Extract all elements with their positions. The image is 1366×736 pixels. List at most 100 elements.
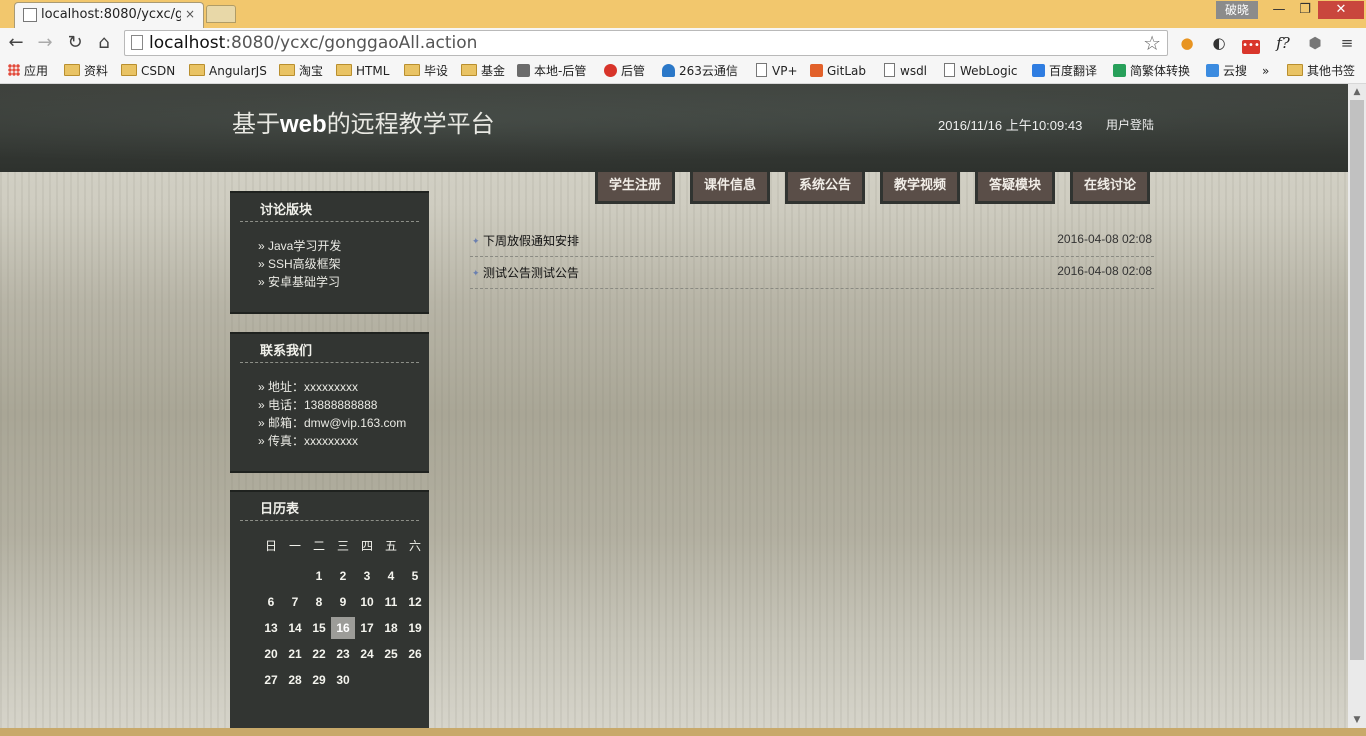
- menu-announcements[interactable]: 系统公告: [785, 172, 865, 204]
- scroll-thumb[interactable]: [1350, 100, 1364, 660]
- menu-videos[interactable]: 教学视频: [880, 172, 960, 204]
- bookmark-link[interactable]: 后管: [604, 62, 645, 80]
- forward-arrow-icon[interactable]: →: [34, 32, 56, 54]
- apps-grid-icon: [8, 64, 20, 76]
- bookmark-folder[interactable]: HTML: [336, 62, 389, 80]
- calendar-day[interactable]: 29: [307, 669, 331, 691]
- bookmark-folder[interactable]: CSDN: [121, 62, 175, 80]
- bookmark-folder[interactable]: AngularJS: [189, 62, 267, 80]
- calendar-day[interactable]: 30: [331, 669, 355, 691]
- calendar-day[interactable]: 3: [355, 565, 379, 587]
- page-favicon-icon: [23, 8, 37, 22]
- calendar-day[interactable]: 27: [259, 669, 283, 691]
- user-login-link[interactable]: 用户登陆: [1106, 116, 1154, 133]
- calendar-day[interactable]: 12: [403, 591, 427, 613]
- bookmark-link[interactable]: 百度翻译: [1032, 62, 1097, 80]
- calendar-day[interactable]: 14: [283, 617, 307, 639]
- browser-toolbar: ← → ↻ ⌂ localhost:8080/ycxc/gonggaoAll.a…: [0, 28, 1366, 58]
- calendar-day[interactable]: 26: [403, 643, 427, 665]
- menu-discussion[interactable]: 在线讨论: [1070, 172, 1150, 204]
- document-icon: [944, 63, 955, 77]
- bookmark-link[interactable]: 263云通信: [662, 62, 738, 80]
- calendar-day[interactable]: 20: [259, 643, 283, 665]
- browser-tab-active[interactable]: localhost:8080/ycxc/gonggaoAll.action ×: [14, 2, 204, 28]
- forum-link[interactable]: » Java学习开发: [258, 237, 341, 255]
- bullet-icon: ✦: [472, 269, 480, 279]
- bookmark-link[interactable]: wsdl: [884, 62, 927, 80]
- calendar-day[interactable]: 10: [355, 591, 379, 613]
- menu-student-register[interactable]: 学生注册: [595, 172, 675, 204]
- home-icon[interactable]: ⌂: [93, 32, 115, 54]
- bookmark-folder-other[interactable]: 其他书签: [1287, 62, 1355, 80]
- window-minimize-icon[interactable]: —: [1266, 1, 1292, 19]
- extension-dots-icon[interactable]: •••: [1242, 40, 1260, 54]
- scroll-down-icon[interactable]: ▼: [1348, 712, 1366, 728]
- extension-swirl-icon[interactable]: ◐: [1208, 32, 1230, 54]
- calendar-day[interactable]: 17: [355, 617, 379, 639]
- bookmark-link[interactable]: WebLogic: [944, 62, 1018, 80]
- scroll-up-icon[interactable]: ▲: [1348, 84, 1366, 100]
- calendar-weekday: 二: [312, 539, 325, 553]
- url-text[interactable]: localhost:8080/ycxc/gonggaoAll.action: [149, 33, 477, 53]
- profile-badge[interactable]: 破晓: [1216, 1, 1258, 19]
- document-icon: [884, 63, 895, 77]
- browser-titlebar: localhost:8080/ycxc/gonggaoAll.action × …: [0, 0, 1366, 28]
- calendar-day[interactable]: 15: [307, 617, 331, 639]
- calendar-day[interactable]: 13: [259, 617, 283, 639]
- calendar-day[interactable]: 28: [283, 669, 307, 691]
- calendar-day[interactable]: 24: [355, 643, 379, 665]
- calendar-day-today[interactable]: 16: [331, 617, 355, 639]
- calendar-day[interactable]: 1: [307, 565, 331, 587]
- calendar-day[interactable]: 4: [379, 565, 403, 587]
- calendar-day[interactable]: 5: [403, 565, 427, 587]
- notice-row[interactable]: ✦ 下周放假通知安排 2016-04-08 02:08: [470, 225, 1154, 257]
- calendar-day[interactable]: 18: [379, 617, 403, 639]
- calendar-day[interactable]: 6: [259, 591, 283, 613]
- extension-function-icon[interactable]: f?: [1272, 32, 1294, 54]
- page-scrollbar[interactable]: ▲ ▼: [1348, 84, 1366, 728]
- reload-icon[interactable]: ↻: [64, 32, 86, 54]
- forum-link[interactable]: » SSH高级框架: [258, 255, 341, 273]
- extension-flame-icon[interactable]: ●: [1176, 32, 1198, 54]
- calendar-day[interactable]: 23: [331, 643, 355, 665]
- forum-panel: 讨论版块 » Java学习开发 » SSH高级框架 » 安卓基础学习: [230, 191, 429, 314]
- calendar-day[interactable]: 7: [283, 591, 307, 613]
- calendar-day[interactable]: 11: [379, 591, 403, 613]
- extension-angular-icon[interactable]: ⬢: [1304, 32, 1326, 54]
- menu-courseware[interactable]: 课件信息: [690, 172, 770, 204]
- bookmark-link[interactable]: GitLab: [810, 62, 866, 80]
- cloud-icon: [662, 64, 675, 77]
- calendar-day[interactable]: 2: [331, 565, 355, 587]
- calendar-day[interactable]: 25: [379, 643, 403, 665]
- calendar-day[interactable]: 9: [331, 591, 355, 613]
- window-maximize-icon[interactable]: ❐: [1292, 1, 1318, 19]
- bookmarks-overflow-icon[interactable]: »: [1262, 62, 1269, 80]
- forum-link[interactable]: » 安卓基础学习: [258, 273, 341, 291]
- notice-row[interactable]: ✦ 测试公告测试公告 2016-04-08 02:08: [470, 257, 1154, 289]
- calendar-day[interactable]: 21: [283, 643, 307, 665]
- window-close-icon[interactable]: ✕: [1318, 1, 1364, 19]
- bookmark-folder[interactable]: 毕设: [404, 62, 448, 80]
- bookmark-link[interactable]: 云搜: [1206, 62, 1247, 80]
- new-tab-button[interactable]: [206, 5, 236, 23]
- notice-title[interactable]: 下周放假通知安排: [483, 232, 579, 249]
- menu-qa[interactable]: 答疑模块: [975, 172, 1055, 204]
- site-thumbnail-icon: [517, 64, 530, 77]
- calendar-weekday: 四: [360, 539, 373, 553]
- bookmark-link[interactable]: 本地-后管: [517, 62, 586, 80]
- bookmark-folder[interactable]: 淘宝: [279, 62, 323, 80]
- calendar-day[interactable]: 19: [403, 617, 427, 639]
- calendar-day[interactable]: 8: [307, 591, 331, 613]
- back-arrow-icon[interactable]: ←: [5, 32, 27, 54]
- bookmark-folder[interactable]: 基金: [461, 62, 505, 80]
- bookmark-link[interactable]: VP+: [756, 62, 798, 80]
- bookmark-apps[interactable]: 应用: [8, 62, 48, 80]
- tab-close-icon[interactable]: ×: [185, 7, 195, 21]
- bookmark-link[interactable]: 简繁体转换: [1113, 62, 1190, 80]
- notice-title[interactable]: 测试公告测试公告: [483, 264, 579, 281]
- address-bar[interactable]: localhost:8080/ycxc/gonggaoAll.action ☆: [124, 30, 1168, 56]
- browser-menu-icon[interactable]: ≡: [1336, 32, 1358, 54]
- bookmark-folder[interactable]: 资料: [64, 62, 108, 80]
- calendar-day[interactable]: 22: [307, 643, 331, 665]
- bookmark-star-icon[interactable]: ☆: [1143, 31, 1161, 55]
